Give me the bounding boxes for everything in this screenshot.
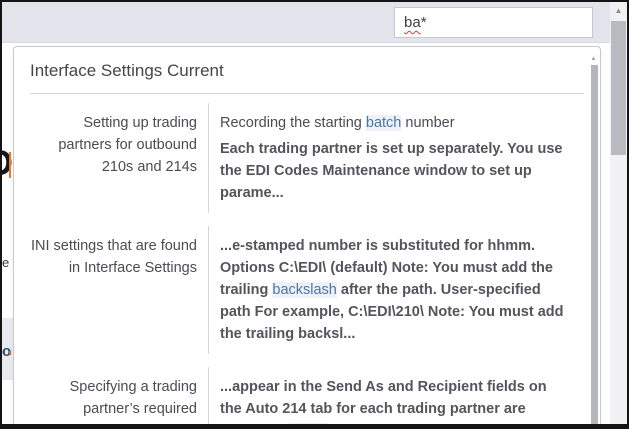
scroll-up-icon[interactable]: ▲ (589, 55, 598, 63)
result-snippet: Each trading partner is set up separatel… (220, 138, 572, 204)
result-snippet: ...e-stamped number is substituted for h… (220, 235, 572, 345)
result-topic-title: Setting up trading partners for outbound… (14, 103, 208, 213)
search-results-dropdown: Interface Settings Current Setting up tr… (13, 46, 601, 429)
snippet-text: Each trading partner is set up separatel… (220, 141, 562, 201)
result-content: ...appear in the Send As and Recipient f… (208, 367, 586, 429)
search-term-highlight: batch (366, 115, 401, 131)
search-result-row[interactable]: INI settings that are found in Interface… (14, 226, 600, 354)
window-scrollbar-thumb[interactable] (611, 21, 626, 155)
results-panel-title: Interface Settings Current (14, 47, 600, 93)
result-topic-title: Specifying a trading partner’s required … (14, 367, 208, 429)
app-window: D e o ba* Interface Settings Current Set… (0, 0, 629, 429)
search-text-misspelled: ba (404, 14, 421, 31)
scroll-up-icon[interactable]: ▲ (610, 2, 627, 19)
snippet-text: Recording the starting (220, 115, 366, 131)
search-text-wildcard: * (421, 14, 427, 31)
snippet-text: ...appear in the Send As and Recipient f… (220, 379, 547, 429)
search-result-row[interactable]: Specifying a trading partner’s required … (14, 367, 600, 429)
result-title-link[interactable]: Recording the starting batch number (220, 112, 572, 134)
result-snippet: ...appear in the Send As and Recipient f… (220, 376, 572, 429)
result-topic-title: INI settings that are found in Interface… (14, 226, 208, 354)
results-list: Setting up trading partners for outbound… (14, 94, 600, 429)
search-input[interactable]: ba* (394, 7, 593, 38)
window-scrollbar[interactable]: ▲ (610, 2, 627, 424)
background-orange-dot (9, 351, 11, 355)
search-result-row[interactable]: Setting up trading partners for outbound… (14, 103, 600, 213)
snippet-text: number (401, 115, 454, 131)
search-term-highlight: based (289, 423, 329, 429)
result-content: ...e-stamped number is substituted for h… (208, 226, 586, 354)
background-clipped-text-e: e (2, 255, 11, 271)
search-term-highlight: backslash (272, 282, 336, 298)
result-content: Recording the starting batch number Each … (208, 103, 586, 213)
background-orange-accent (9, 152, 11, 178)
header-bar: ba* (2, 2, 610, 43)
panel-scrollbar-thumb[interactable] (591, 65, 598, 425)
